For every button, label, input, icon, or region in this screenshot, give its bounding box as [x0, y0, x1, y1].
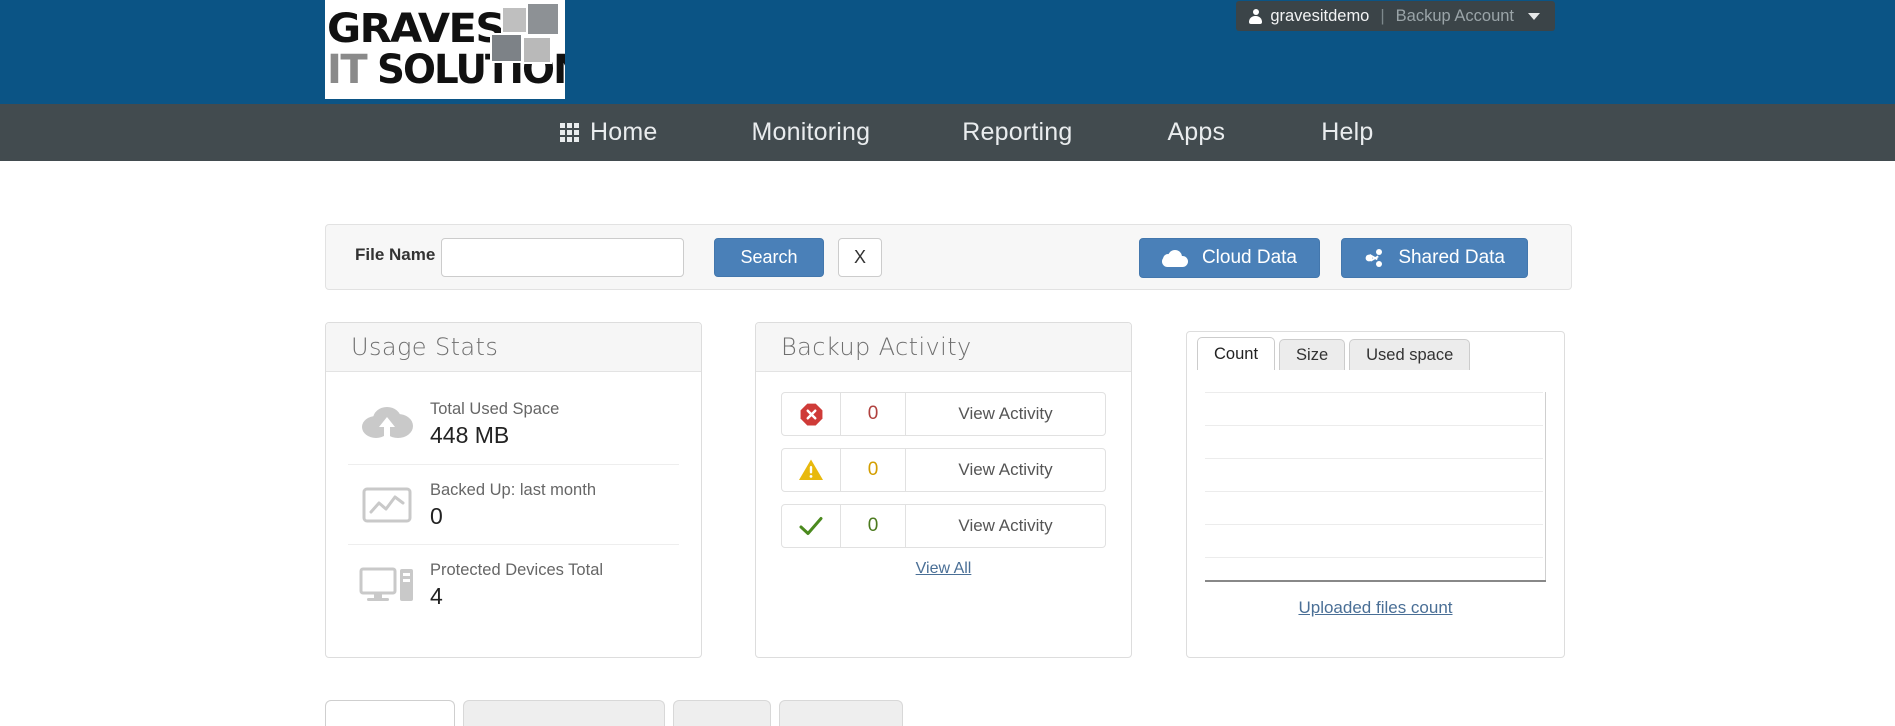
uploads-chart-panel: Count Size Used space Uploaded files cou… — [1186, 331, 1565, 658]
stat-label: Backed Up: last month — [430, 480, 596, 499]
activity-count: 0 — [841, 393, 906, 435]
nav-item-home[interactable]: Home — [560, 118, 658, 147]
error-octagon-icon — [782, 393, 841, 435]
view-activity-link[interactable]: View Activity — [906, 449, 1105, 491]
stat-value: 448 MB — [430, 422, 510, 448]
chart-gridline — [1205, 524, 1543, 525]
uploaded-files-count-link[interactable]: Uploaded files count — [1187, 598, 1564, 618]
user-separator: | — [1380, 6, 1385, 25]
person-icon — [1249, 8, 1263, 24]
file-name-label: File Name — [355, 245, 436, 264]
share-icon — [1364, 248, 1384, 268]
nav-item-home-label: Home — [590, 118, 658, 146]
nav-item-help-label: Help — [1321, 118, 1374, 146]
chart-y-axis — [1545, 392, 1546, 582]
logo-text-graves: GRAVES — [327, 6, 505, 52]
chevron-down-icon[interactable] — [1528, 12, 1540, 20]
backup-activity-header: Backup Activity — [756, 323, 1131, 372]
tab-count[interactable]: Count — [1197, 337, 1276, 370]
tab-used-space[interactable]: Used space — [1349, 339, 1471, 370]
company-logo[interactable]: GRAVES IT SOLUTIONS — [325, 0, 565, 99]
logo-square-3 — [490, 33, 523, 63]
usage-stats-title: Usage Stats — [351, 333, 499, 361]
chart-gridline — [1205, 458, 1543, 459]
clear-search-button[interactable]: X — [838, 238, 882, 277]
usage-stats-header: Usage Stats — [326, 323, 701, 372]
logo-square-1 — [501, 6, 529, 34]
account-role-label: Backup Account — [1395, 6, 1514, 25]
bottom-tab-strip — [325, 700, 903, 726]
chart-gridline — [1205, 557, 1543, 558]
uploads-chart — [1205, 392, 1546, 582]
bottom-tab-4[interactable] — [779, 700, 903, 726]
shared-data-button[interactable]: Shared Data — [1341, 238, 1528, 278]
user-account-menu[interactable]: gravesitdemo | Backup Account — [1236, 1, 1555, 31]
warning-triangle-icon — [782, 449, 841, 491]
search-button[interactable]: Search — [714, 238, 824, 277]
nav-item-apps[interactable]: Apps — [1167, 118, 1225, 147]
logo-square-4 — [522, 36, 552, 64]
nav-item-reporting[interactable]: Reporting — [962, 118, 1072, 147]
tab-size[interactable]: Size — [1279, 339, 1346, 370]
activity-count: 0 — [841, 449, 906, 491]
bottom-tab-3[interactable] — [673, 700, 771, 726]
stat-row: Protected Devices Total 4 — [348, 544, 679, 624]
grid-icon — [560, 123, 579, 142]
activity-row-error: 0 View Activity — [781, 392, 1106, 436]
stat-row: Backed Up: last month 0 — [348, 464, 679, 544]
search-input[interactable] — [441, 238, 684, 277]
backup-activity-title: Backup Activity — [781, 333, 972, 361]
cloud-data-button[interactable]: Cloud Data — [1138, 238, 1320, 278]
bottom-tab-1[interactable] — [325, 700, 455, 726]
nav-item-monitoring[interactable]: Monitoring — [752, 118, 871, 147]
view-activity-link[interactable]: View Activity — [906, 505, 1105, 547]
chart-tabs: Count Size Used space — [1187, 332, 1564, 370]
stat-label: Protected Devices Total — [430, 560, 604, 579]
shared-data-label: Shared Data — [1398, 247, 1505, 268]
top-header: GRAVES IT SOLUTIONS gravesitdemo | Backu… — [0, 0, 1895, 104]
cloud-data-label: Cloud Data — [1201, 247, 1297, 268]
usage-stats-panel: Usage Stats Total Used Space 448 MB Back… — [325, 322, 702, 658]
desktop-computer-icon — [348, 565, 426, 605]
success-check-icon — [782, 505, 841, 547]
backup-activity-panel: Backup Activity 0 View Activity 0 View A… — [755, 322, 1132, 658]
activity-row-warning: 0 View Activity — [781, 448, 1106, 492]
activity-row-success: 0 View Activity — [781, 504, 1106, 548]
main-navbar: Home Monitoring Reporting Apps Help — [0, 104, 1895, 161]
view-activity-link[interactable]: View Activity — [906, 393, 1105, 435]
chart-gridline — [1205, 491, 1543, 492]
nav-item-monitoring-label: Monitoring — [751, 118, 871, 146]
stat-label: Total Used Space — [430, 400, 560, 418]
stat-value: 4 — [430, 582, 443, 609]
bottom-tab-2[interactable] — [463, 700, 665, 726]
nav-item-apps-label: Apps — [1167, 118, 1226, 146]
cloud-upload-icon — [348, 405, 426, 443]
stat-row: Total Used Space 448 MB — [348, 384, 679, 464]
nav-item-help[interactable]: Help — [1321, 118, 1373, 147]
stat-value: 0 — [430, 502, 443, 529]
search-toolbar: File Name Search X Cloud Data Shared Dat… — [325, 224, 1572, 290]
logo-text-it: IT — [327, 47, 368, 93]
chart-gridline — [1205, 425, 1543, 426]
chart-x-axis — [1205, 580, 1546, 582]
chart-gridline — [1205, 392, 1543, 393]
activity-count: 0 — [841, 505, 906, 547]
logo-square-2 — [526, 2, 560, 36]
app-root: GRAVES IT SOLUTIONS gravesitdemo | Backu… — [0, 0, 1895, 726]
cloud-icon — [1161, 249, 1188, 267]
view-all-link[interactable]: View All — [781, 560, 1106, 578]
nav-item-reporting-label: Reporting — [962, 118, 1073, 146]
line-chart-icon — [348, 486, 426, 524]
username-label: gravesitdemo — [1270, 6, 1370, 25]
